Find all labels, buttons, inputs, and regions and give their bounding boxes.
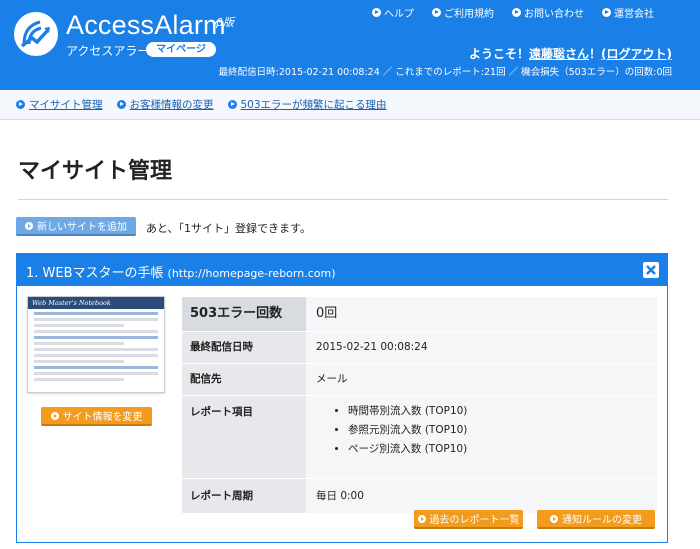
arrow-bullet-icon xyxy=(372,8,381,17)
nav-mysite[interactable]: マイサイト管理 xyxy=(16,97,103,112)
add-site-button-label: 新しいサイトを追加 xyxy=(37,222,127,233)
username-link[interactable]: 遠藤聡さん xyxy=(529,47,589,61)
last-sent-value: 2015-02-21 00:08:24 xyxy=(306,332,657,363)
page-title: マイサイト管理 xyxy=(18,159,173,184)
edit-site-button-label: サイト情報を変更 xyxy=(62,412,143,423)
report-items-list: 時間帯別流入数 (TOP10) 参照元別流入数 (TOP10) ページ別流入数 … xyxy=(336,402,657,459)
logout-link[interactable]: (ログアウト) xyxy=(601,47,672,61)
site-panel: 1. WEBマスターの手帳 (http://homepage-reborn.com… xyxy=(16,253,668,543)
site-info-table: 503エラー回数 0回 最終配信日時 2015-02-21 00:08:24 配… xyxy=(182,297,657,514)
errors-label: 503エラー回数 xyxy=(182,297,306,331)
arrow-bullet-icon xyxy=(550,514,558,523)
last-sent-label: 最終配信日時 xyxy=(182,332,306,363)
site-title: 1. WEBマスターの手帳 (http://homepage-reborn.com… xyxy=(26,262,336,281)
site-name: 1. WEBマスターの手帳 xyxy=(26,266,164,281)
notify-rules-button-label: 通知ルールの変更 xyxy=(562,515,642,526)
stats-line: 最終配信日時:2015-02-21 00:08:24 ／ これまでのレポート:2… xyxy=(218,67,672,78)
thumbnail-line xyxy=(34,366,158,369)
contact-link[interactable]: お問い合わせ xyxy=(512,5,584,20)
arrow-bullet-icon xyxy=(417,514,426,523)
arrow-bullet-icon xyxy=(16,100,25,109)
report-cycle-value: 毎日 0:00 xyxy=(306,479,657,513)
table-row: レポート周期 毎日 0:00 xyxy=(182,479,657,514)
destination-value: メール xyxy=(306,364,657,395)
arrow-bullet-icon xyxy=(25,221,33,230)
arrow-bullet-icon xyxy=(512,8,521,17)
logo-icon[interactable] xyxy=(14,12,58,56)
arrow-bullet-icon xyxy=(116,100,126,109)
table-row: 最終配信日時 2015-02-21 00:08:24 xyxy=(182,332,657,364)
thumbnail-line xyxy=(34,378,124,381)
thumbnail-line xyxy=(34,354,158,357)
report-items-label: レポート項目 xyxy=(182,396,306,478)
thumbnail-line xyxy=(34,360,124,363)
logo-wordmark: AccessAlarm xyxy=(66,10,226,40)
company-link[interactable]: 運営会社 xyxy=(602,5,654,20)
help-link[interactable]: ヘルプ xyxy=(372,5,414,20)
company-link-label: 運営会社 xyxy=(614,9,654,20)
thumbnail-line xyxy=(34,318,158,321)
report-items-value: 時間帯別流入数 (TOP10) 参照元別流入数 (TOP10) ページ別流入数 … xyxy=(306,396,657,478)
terms-link[interactable]: ご利用規約 xyxy=(432,5,494,20)
nav-503-reason[interactable]: 503エラーが頻繁に起こる理由 xyxy=(227,97,387,112)
nav-503-reason-label: 503エラーが頻繁に起こる理由 xyxy=(240,99,387,111)
past-reports-button-label: 過去のレポート一覧 xyxy=(429,515,520,526)
top-links: ヘルプ ご利用規約 お問い合わせ 運営会社 xyxy=(372,5,654,20)
table-row: 503エラー回数 0回 xyxy=(182,297,657,332)
thumbnail-line xyxy=(34,336,158,339)
thumbnail-header: Web Master's Notebook xyxy=(28,297,164,309)
destination-label: 配信先 xyxy=(182,364,306,395)
arrow-bullet-icon xyxy=(50,411,59,420)
thumbnail-line xyxy=(34,330,158,333)
beta-tag: β版 xyxy=(216,16,235,29)
site-panel-header: 1. WEBマスターの手帳 (http://homepage-reborn.com… xyxy=(17,254,667,286)
edit-site-button[interactable]: サイト情報を変更 xyxy=(41,407,152,426)
table-row: 配信先 メール xyxy=(182,364,657,396)
thumbnail-line xyxy=(34,312,158,315)
sub-navigation: マイサイト管理 お客様情報の変更 503エラーが頻繁に起こる理由 xyxy=(0,90,700,120)
contact-link-label: お問い合わせ xyxy=(524,9,584,20)
notify-rules-button[interactable]: 通知ルールの変更 xyxy=(537,510,655,529)
welcome-prefix: ようこそ！ xyxy=(468,47,529,61)
list-item: ページ別流入数 (TOP10) xyxy=(348,440,657,459)
add-site-button[interactable]: 新しいサイトを追加 xyxy=(16,217,136,236)
thumbnail-line xyxy=(34,348,158,351)
close-icon[interactable] xyxy=(643,262,659,278)
table-row: レポート項目 時間帯別流入数 (TOP10) 参照元別流入数 (TOP10) ペ… xyxy=(182,396,657,479)
list-item: 参照元別流入数 (TOP10) xyxy=(348,421,657,440)
past-reports-button[interactable]: 過去のレポート一覧 xyxy=(414,510,523,529)
welcome-mid: ！ xyxy=(589,47,602,61)
report-cycle-label: レポート周期 xyxy=(182,479,306,513)
mypage-badge: マイページ xyxy=(146,42,216,57)
errors-value: 0回 xyxy=(306,297,657,331)
nav-customer-info[interactable]: お客様情報の変更 xyxy=(116,97,214,112)
site-url: (http://homepage-reborn.com) xyxy=(167,267,336,280)
divider xyxy=(18,199,668,200)
welcome-message: ようこそ！遠藤聡さん！(ログアウト) xyxy=(469,45,672,62)
nav-customer-info-label: お客様情報の変更 xyxy=(129,99,214,111)
help-link-label: ヘルプ xyxy=(384,9,414,20)
thumbnail-line xyxy=(34,342,124,345)
remaining-sites-note: あと、「1サイト」登録できます。 xyxy=(146,222,311,235)
terms-link-label: ご利用規約 xyxy=(444,9,494,20)
arrow-bullet-icon xyxy=(602,8,611,17)
site-thumbnail: Web Master's Notebook xyxy=(27,296,165,393)
list-item: 時間帯別流入数 (TOP10) xyxy=(348,402,657,421)
thumbnail-line xyxy=(34,372,158,375)
thumbnail-line xyxy=(34,324,124,327)
arrow-bullet-icon xyxy=(227,100,237,109)
nav-mysite-label: マイサイト管理 xyxy=(29,99,103,111)
header: AccessAlarm β版 アクセスアラーム マイページ ヘルプ ご利用規約 … xyxy=(0,0,700,90)
arrow-bullet-icon xyxy=(432,8,441,17)
